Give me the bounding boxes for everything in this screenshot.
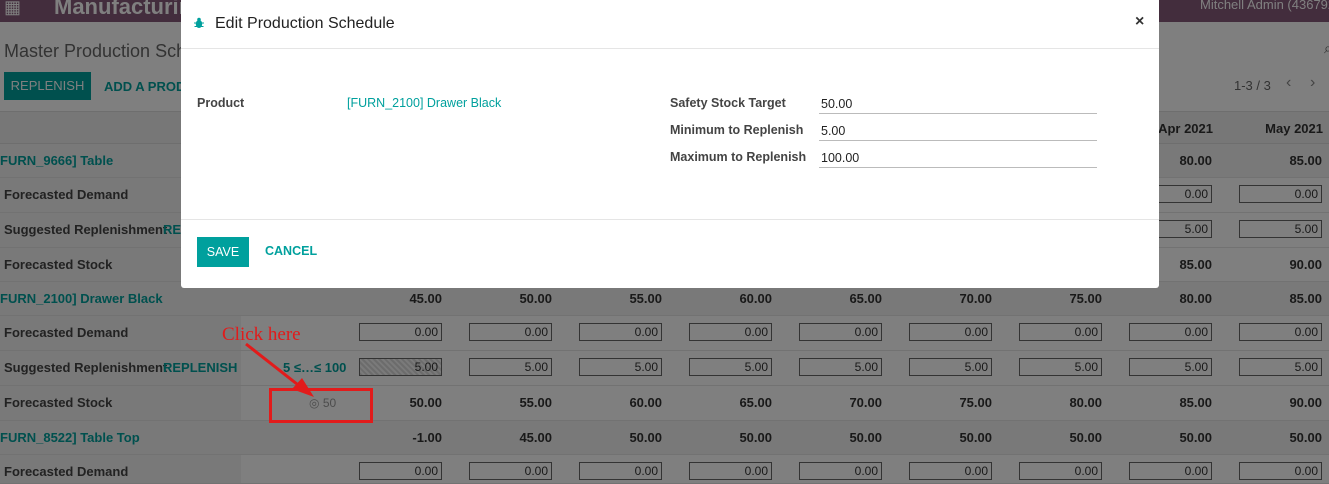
safety-stock-label: Safety Stock Target xyxy=(670,96,786,110)
annotation-highlight-box xyxy=(269,388,373,423)
save-button[interactable]: SAVE xyxy=(197,237,249,267)
cancel-button[interactable]: CANCEL xyxy=(265,244,317,258)
product-label: Product xyxy=(197,96,245,110)
dialog-header: Edit Production Schedule × xyxy=(181,0,1159,49)
product-link[interactable]: [FURN_2100] Drawer Black xyxy=(347,96,501,110)
min-replenish-label: Minimum to Replenish xyxy=(670,123,804,137)
max-replenish-input[interactable] xyxy=(819,148,1097,168)
bug-icon xyxy=(194,17,204,28)
max-replenish-label: Maximum to Replenish xyxy=(670,150,807,164)
dialog-footer: SAVE CANCEL xyxy=(181,219,1159,288)
dialog-title: Edit Production Schedule xyxy=(215,15,395,32)
min-replenish-input[interactable] xyxy=(819,121,1097,141)
close-icon[interactable]: × xyxy=(1135,13,1144,31)
edit-production-schedule-dialog: Edit Production Schedule × Product [FURN… xyxy=(181,0,1159,288)
safety-stock-input[interactable] xyxy=(819,94,1097,114)
